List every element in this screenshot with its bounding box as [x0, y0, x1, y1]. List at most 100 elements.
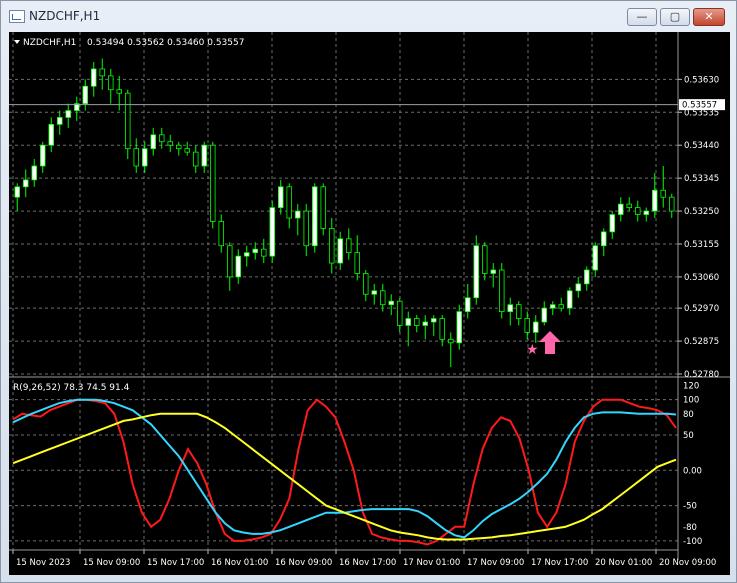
candle-body-bear: [116, 89, 122, 94]
close-button[interactable]: ✕: [693, 8, 725, 26]
indicator-tick-label: 100: [683, 396, 699, 406]
candle-body-bull: [82, 85, 88, 105]
candle-body-bear: [524, 318, 530, 333]
candle-body-bear: [414, 318, 420, 326]
candle: [48, 117, 54, 153]
candle: [176, 141, 182, 156]
candle: [422, 315, 428, 340]
candle: [337, 231, 343, 270]
symbol-label: NZDCHF,H1: [23, 38, 76, 48]
candle: [473, 235, 479, 305]
candle-body-bull: [618, 203, 624, 215]
candle-body-bear: [380, 290, 386, 306]
time-tick-label: 20 Nov 09:00: [659, 558, 716, 568]
candle: [550, 301, 556, 316]
candle: [380, 283, 386, 312]
price-axis: 0.53630 0.53535 0.53440 0.53345 0.53250 0.531…: [678, 75, 719, 380]
candle: [448, 332, 454, 368]
candle-body-bull: [252, 248, 258, 254]
candle: [584, 266, 590, 291]
chart-svg[interactable]: NZDCHF,H1 0.53494 0.53562 0.53460 0.5355…: [9, 32, 730, 575]
candle-body-bear: [499, 269, 505, 312]
candle-body-bull: [65, 110, 71, 118]
candle: [210, 141, 216, 229]
candle-body-bear: [363, 273, 369, 295]
indicator-label: R(9,26,52) 78.3 74.5 91.4: [13, 383, 130, 393]
candle: [516, 301, 522, 326]
chart-area[interactable]: NZDCHF,H1 0.53494 0.53562 0.53460 0.5355…: [9, 32, 730, 575]
candle-body-bull: [405, 318, 411, 326]
candle-body-bull: [541, 307, 547, 323]
price-tick-label: 0.53345: [684, 174, 719, 184]
candle-body-bear: [167, 141, 173, 146]
candle-body-bear: [397, 300, 403, 326]
candle-body-bull: [48, 124, 54, 146]
candle-body-bear: [133, 148, 139, 167]
candle: [635, 200, 641, 222]
candle-body-bull: [244, 252, 250, 257]
indicator-tick-label: 120: [683, 382, 699, 392]
candle-body-bear: [261, 248, 267, 257]
candle: [524, 311, 530, 340]
indicator-tick-label: -50: [683, 502, 697, 512]
price-tick-label: 0.53630: [684, 75, 719, 85]
candle-body-bull: [550, 304, 556, 309]
candle: [108, 68, 114, 104]
signal-star-icon: ★: [526, 342, 539, 358]
candle-body-bull: [643, 210, 649, 215]
candle-body-bull: [490, 269, 496, 274]
candle: [184, 141, 190, 156]
candle-body-bull: [533, 321, 539, 333]
price-tick-label: 0.52875: [684, 337, 719, 347]
candle-body-bear: [346, 238, 352, 254]
indicator-tick-label: 0.00: [683, 466, 702, 476]
candle-body-bear: [193, 151, 199, 167]
candle: [167, 134, 173, 153]
candle-body-bull: [57, 117, 63, 125]
candle: [116, 75, 122, 111]
dropdown-arrow-icon[interactable]: [14, 40, 20, 44]
candle: [456, 304, 462, 350]
candle: [303, 204, 309, 257]
candle: [150, 127, 156, 156]
candle: [99, 58, 105, 90]
candle: [40, 141, 46, 173]
minimize-button[interactable]: —: [627, 8, 657, 26]
maximize-button[interactable]: ▢: [660, 8, 690, 26]
candle-body-bull: [584, 269, 590, 285]
price-tick-label: 0.52970: [684, 304, 719, 314]
time-tick-label: 17 Nov 09:00: [467, 558, 524, 568]
candle-body-bull: [150, 134, 156, 150]
candle: [431, 315, 437, 336]
candle: [201, 141, 207, 173]
candle-body-bull: [575, 283, 581, 292]
candle-body-bear: [660, 189, 666, 198]
candle: [278, 179, 284, 215]
candle: [269, 200, 275, 264]
candle: [329, 218, 335, 274]
candle-body-bull: [592, 245, 598, 271]
candle-body-bear: [354, 252, 360, 274]
price-tick-label: 0.52780: [684, 370, 719, 380]
title-bar[interactable]: NZDCHF,H1 — ▢ ✕: [1, 1, 736, 31]
candle-body-bear: [108, 75, 114, 91]
candle: [142, 141, 148, 173]
indicator-axis: 120 100 80 50 0.00 -50 -80 -100: [683, 382, 702, 547]
candle: [133, 138, 139, 173]
candle-body-bear: [286, 186, 292, 219]
candle-body-bear: [210, 144, 216, 222]
candle-body-bull: [422, 321, 428, 326]
buy-signal-arrow-icon: [539, 331, 561, 354]
candle: [414, 315, 420, 333]
candle: [397, 297, 403, 333]
time-tick-label: 15 Nov 17:00: [147, 558, 204, 568]
candle-body-bull: [567, 290, 573, 309]
candle: [558, 297, 564, 312]
price-tick-label: 0.53250: [684, 207, 719, 217]
candle-body-bull: [40, 144, 46, 167]
candle: [575, 276, 581, 298]
candle-body-bear: [448, 338, 454, 344]
time-tick-label: 16 Nov 01:00: [211, 558, 268, 568]
candle: [465, 283, 471, 319]
indicator-slow-line: [12, 412, 677, 541]
